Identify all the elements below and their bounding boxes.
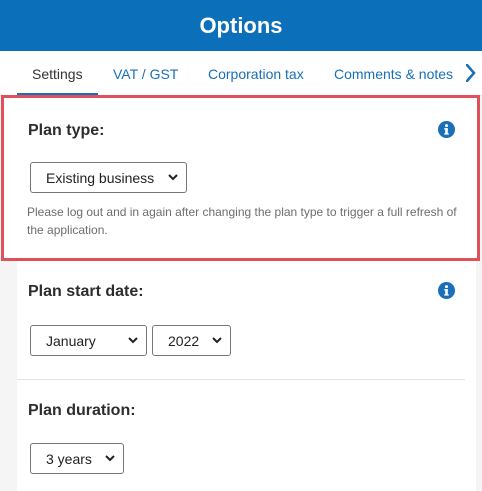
tab-settings[interactable]: Settings (32, 51, 83, 96)
plan-start-month-value: January (46, 332, 96, 349)
plan-duration-select[interactable]: 3 years (30, 443, 124, 474)
chevron-down-icon (128, 337, 138, 344)
chevron-down-icon (212, 337, 222, 344)
plan-start-date-title: Plan start date: (28, 283, 144, 300)
page-title: Options (199, 12, 283, 38)
plan-start-year-value: 2022 (168, 332, 200, 349)
plan-type-note: Please log out and in again after changi… (27, 205, 457, 237)
chevron-right-icon[interactable] (464, 58, 478, 88)
plan-type-title: Plan type: (28, 122, 105, 139)
chevron-down-icon (105, 455, 115, 462)
plan-type-select[interactable]: Existing business (30, 162, 187, 193)
tab-comments-notes[interactable]: Comments & notes (334, 51, 453, 96)
chevron-down-icon (168, 174, 178, 181)
tab-corporation-tax[interactable]: Corporation tax (208, 51, 304, 96)
plan-start-month-select[interactable]: January (30, 325, 147, 356)
tab-bar: Settings VAT / GST Corporation tax Comme… (0, 51, 482, 96)
info-circle-icon[interactable] (438, 282, 455, 299)
app-header: Options (0, 0, 482, 51)
plan-start-year-select[interactable]: 2022 (152, 325, 231, 356)
section-divider (17, 379, 465, 380)
plan-duration-value: 3 years (46, 450, 92, 467)
tab-vat-gst[interactable]: VAT / GST (113, 51, 178, 96)
plan-type-value: Existing business (46, 169, 155, 186)
info-circle-icon[interactable] (438, 121, 455, 138)
plan-duration-title: Plan duration: (28, 402, 136, 419)
